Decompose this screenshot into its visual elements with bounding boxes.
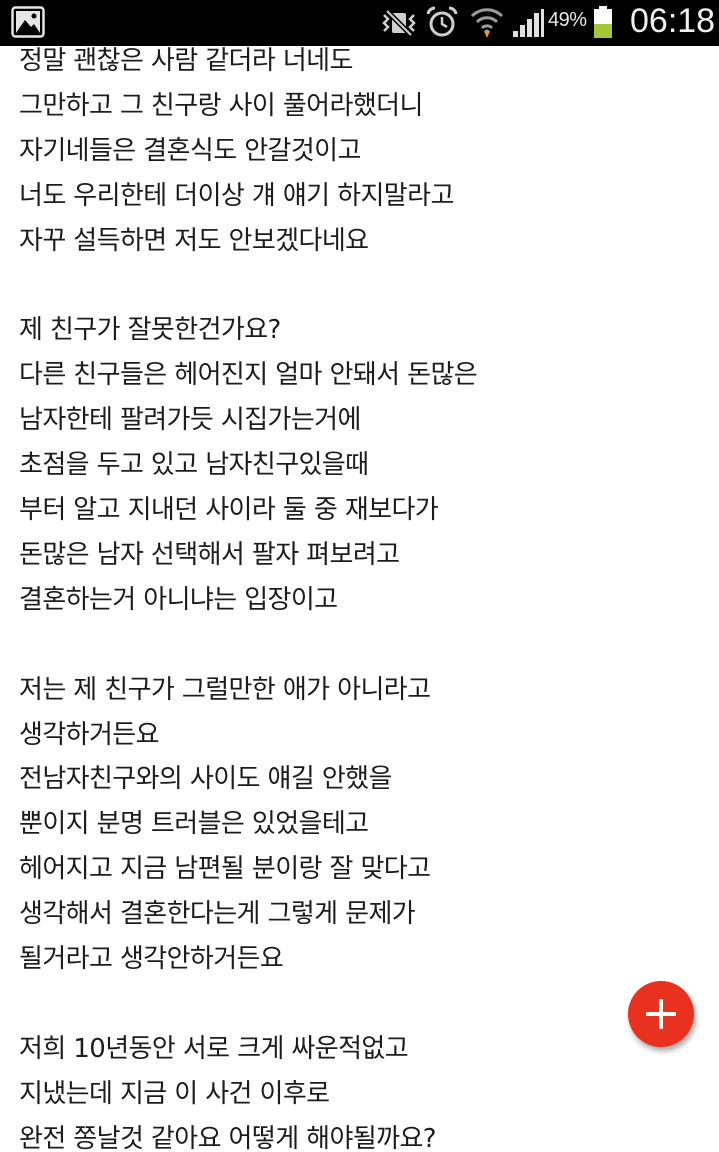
post-line: 될거라고 생각안하거든요 xyxy=(19,944,284,974)
wifi-icon xyxy=(470,8,504,38)
post-line: 정말 괜찮은 사람 같더라 너네도 xyxy=(19,46,353,76)
post-line: 지냈는데 지금 이 사건 이후로 xyxy=(19,1079,330,1109)
post-line: 자기네들은 결혼식도 안갈것이고 xyxy=(19,136,361,166)
post-line: 너도 우리한테 더이상 걔 얘기 하지말라고 xyxy=(19,181,454,211)
post-line: 저는 제 친구가 그럴만한 애가 아니라고 xyxy=(19,675,431,705)
post-line: 부터 알고 지내던 사이라 둘 중 재보다가 xyxy=(19,495,439,525)
post-line: 저희 10년동안 서로 크게 싸운적없고 xyxy=(19,1034,409,1064)
post-line: 초점을 두고 있고 남자친구있을때 xyxy=(19,450,369,480)
post-line: 결혼하는거 아니냐는 입장이고 xyxy=(19,585,338,615)
add-button[interactable] xyxy=(628,981,694,1047)
post-line: 완전 쫑날것 같아요 어떻게 해야될까요? xyxy=(19,1124,437,1152)
post-line: 뿐이지 분명 트러블은 있었을테고 xyxy=(19,809,369,839)
post-line: 그만하고 그 친구랑 사이 풀어라했더니 xyxy=(19,91,423,121)
status-bar: 49% 06:18 xyxy=(0,0,719,46)
battery-percent: 49% xyxy=(548,9,587,31)
post-line: 돈많은 남자 선택해서 팔자 펴보려고 xyxy=(19,540,400,570)
post-line: 전남자친구와의 사이도 얘길 안했을 xyxy=(19,764,392,794)
vibrate-mute-icon xyxy=(382,9,416,37)
post-line: 자꾸 설득하면 저도 안보겠다네요 xyxy=(19,226,369,256)
post-content: 정말 괜찮은 사람 같더라 너네도그만하고 그 친구랑 사이 풀어라했더니자기네… xyxy=(0,46,719,1152)
post-line: 다른 친구들은 헤어진지 얼마 안돼서 돈많은 xyxy=(19,360,478,390)
post-line: 생각하거든요 xyxy=(19,720,160,750)
signal-icon xyxy=(513,9,544,37)
gallery-icon xyxy=(11,6,45,38)
post-line: 생각해서 결혼한다는게 그렇게 문제가 xyxy=(19,899,416,929)
alarm-icon xyxy=(426,6,458,37)
battery-icon xyxy=(594,6,612,38)
post-line: 남자한테 팔려가듯 시집가는거에 xyxy=(19,405,361,435)
clock: 06:18 xyxy=(630,2,716,40)
post-line: 제 친구가 잘못한건가요? xyxy=(19,315,281,345)
post-line: 헤어지고 지금 남편될 분이랑 잘 맞다고 xyxy=(19,854,431,884)
